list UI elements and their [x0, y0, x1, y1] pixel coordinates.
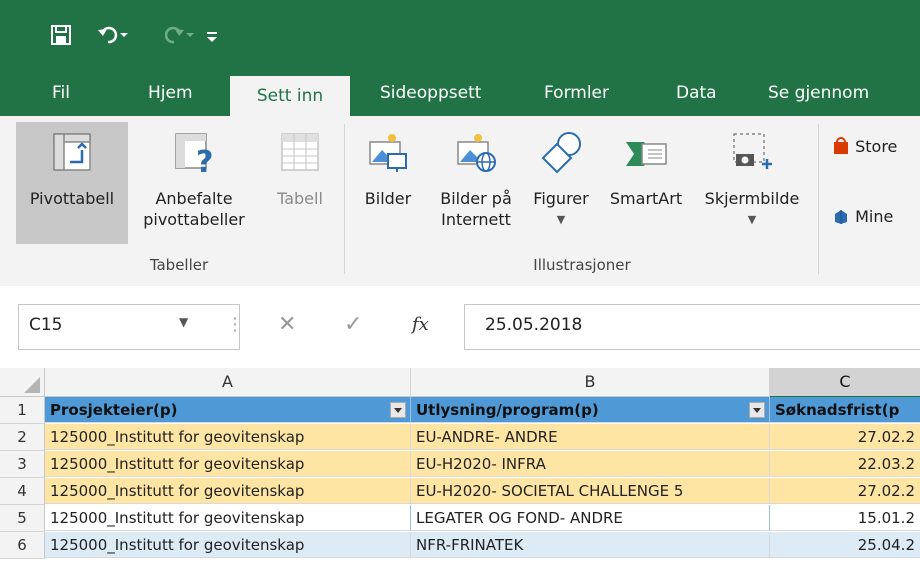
smartart-icon [626, 142, 667, 166]
svg-text:?: ? [196, 145, 213, 174]
bilder-label: Bilder [364, 189, 412, 208]
pivottabell-button[interactable]: Pivottabell [16, 122, 128, 244]
customize-qat-icon[interactable] [205, 24, 219, 52]
filter-dropdown-icon[interactable] [390, 402, 406, 418]
row-header[interactable]: 1 [0, 397, 45, 424]
table-cell[interactable]: EU-H2020- INFRA [411, 451, 770, 477]
tab-formler[interactable]: Formler [544, 70, 609, 116]
name-box-dropdown-icon[interactable]: ▼ [179, 315, 188, 329]
tab-fil[interactable]: Fil [52, 70, 70, 116]
column-header-a[interactable]: A [45, 368, 411, 397]
store-button[interactable]: Store [832, 136, 920, 162]
tab-se-gjennom[interactable]: Se gjennom [768, 70, 869, 116]
row-header[interactable]: 3 [0, 451, 45, 478]
header-prosjekteier: Prosjekteier(p) [50, 401, 178, 419]
screenshot-icon [733, 133, 772, 169]
table-cell[interactable]: 125000_Institutt for geovitenskap [45, 532, 411, 558]
tabell-label: Tabell [277, 189, 323, 208]
group-label-tabeller: Tabeller [149, 256, 209, 274]
select-all-button[interactable] [0, 368, 45, 397]
table-cell[interactable]: 125000_Institutt for geovitenskap [45, 478, 411, 504]
table-cell[interactable]: 125000_Institutt for geovitenskap [45, 424, 411, 450]
pivot-table-icon [53, 133, 91, 171]
tab-hjem[interactable]: Hjem [148, 70, 193, 116]
bilder-pa-internett-button[interactable]: Bilder på Internett [428, 122, 524, 252]
table-cell[interactable]: 125000_Institutt for geovitenskap [45, 451, 411, 477]
save-icon[interactable] [50, 24, 72, 52]
undo-icon[interactable] [96, 24, 130, 52]
smartart-button[interactable]: SmartArt [600, 122, 692, 244]
smartart-label: SmartArt [609, 189, 683, 208]
redo-icon[interactable] [162, 24, 196, 52]
formula-input[interactable]: 25.05.2018 [464, 304, 920, 350]
table-cell[interactable]: EU-ANDRE- ANDRE [411, 424, 770, 450]
table-header-cell[interactable]: Søknadsfrist(p [770, 397, 920, 423]
formula-bar-splitter-icon[interactable]: ⋮ [226, 314, 244, 335]
table-cell[interactable]: 15.01.2 [770, 505, 920, 531]
my-addins-icon [835, 210, 847, 224]
name-box[interactable]: C15 ▼ [18, 304, 240, 350]
header-utlysning: Utlysning/program(p) [416, 401, 599, 419]
table-cell[interactable]: 27.02.2 [770, 478, 920, 504]
table-header-cell[interactable]: Prosjekteier(p) [45, 397, 411, 423]
table-cell[interactable]: 125000_Institutt for geovitenskap [45, 505, 411, 531]
tab-sett-inn[interactable]: Sett inn [230, 76, 350, 116]
tab-sideoppsett[interactable]: Sideoppsett [380, 70, 481, 116]
select-all-icon [24, 377, 40, 393]
formula-value: 25.05.2018 [485, 315, 583, 335]
table-header-cell[interactable]: Utlysning/program(p) [411, 397, 770, 423]
bilder-pa-label-2: Internett [441, 210, 511, 229]
skjermbilde-label: Skjermbilde [704, 189, 800, 208]
figurer-label: Figurer [533, 189, 589, 208]
group-separator [818, 124, 819, 274]
table-cell[interactable]: NFR-FRINATEK [411, 532, 770, 558]
enter-icon[interactable]: ✓ [344, 312, 362, 337]
ribbon-tabs: Fil Hjem Sett inn Sideoppsett Formler Da… [0, 70, 920, 116]
table-cell[interactable]: 22.03.2 [770, 451, 920, 477]
table-icon [281, 133, 319, 171]
ribbon: Pivottabell ? Anbefalte pivottabeller Ta… [0, 116, 920, 287]
recommended-pivot-icon: ? [175, 133, 213, 174]
table-cell[interactable]: 27.02.2 [770, 424, 920, 450]
tab-data[interactable]: Data [676, 70, 717, 116]
shapes-icon [541, 132, 581, 174]
figurer-button[interactable]: Figurer ▼ [524, 122, 598, 252]
bilder-pa-label-1: Bilder på [440, 189, 512, 208]
pivottabell-label: Pivottabell [29, 189, 115, 208]
name-box-value: C15 [29, 315, 63, 335]
table-cell[interactable]: EU-H2020- SOCIETAL CHALLENGE 5 [411, 478, 770, 504]
store-label: Store [855, 137, 898, 156]
mine-tillegg-button[interactable]: Mine [832, 206, 920, 232]
skjermbilde-dropdown-icon[interactable]: ▼ [694, 209, 810, 230]
anbefalte-label-2: pivottabeller [143, 210, 245, 229]
row-header[interactable]: 6 [0, 532, 45, 559]
cancel-icon[interactable]: ✕ [278, 312, 296, 337]
row-header[interactable]: 5 [0, 505, 45, 532]
table-cell[interactable]: LEGATER OG FOND- ANDRE [411, 505, 770, 531]
store-icon [834, 137, 848, 154]
group-label-illustrasjoner: Illustrasjoner [533, 256, 631, 274]
bilder-button[interactable]: Bilder [352, 122, 424, 244]
row-header[interactable]: 2 [0, 424, 45, 451]
quick-access-toolbar [0, 0, 920, 70]
column-header-c[interactable]: C [770, 368, 920, 398]
table-cell[interactable]: 25.04.2 [770, 532, 920, 558]
figurer-dropdown-icon[interactable]: ▼ [524, 209, 598, 230]
header-soknadsfrist: Søknadsfrist(p [775, 401, 900, 419]
online-pictures-icon [457, 134, 496, 172]
anbefalte-label-1: Anbefalte [155, 189, 233, 208]
insert-function-icon[interactable]: fx [412, 314, 429, 335]
group-separator [344, 124, 345, 274]
tabell-button[interactable]: Tabell [262, 122, 338, 244]
row-header[interactable]: 4 [0, 478, 45, 505]
pictures-icon [369, 134, 407, 172]
mine-label: Mine [855, 207, 894, 226]
column-header-b[interactable]: B [411, 368, 770, 397]
filter-dropdown-icon[interactable] [749, 402, 765, 418]
skjermbilde-button[interactable]: Skjermbilde ▼ [694, 122, 810, 252]
anbefalte-pivottabeller-button[interactable]: ? Anbefalte pivottabeller [132, 122, 256, 252]
